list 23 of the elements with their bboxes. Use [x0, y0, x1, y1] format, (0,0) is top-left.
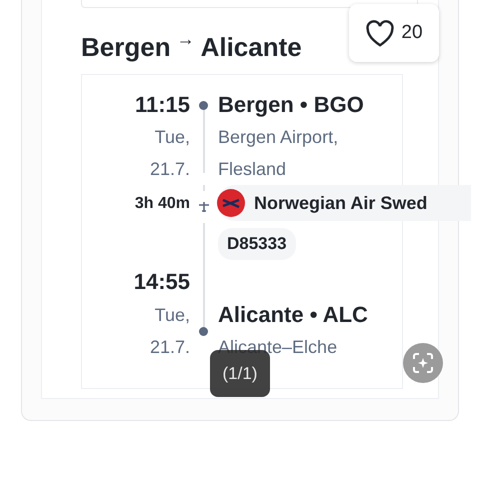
arrival-day: Tue, [154, 299, 190, 331]
flight-duration: 3h 40m [134, 194, 190, 214]
like-button[interactable]: 20 [349, 4, 439, 62]
airline-name: Norwegian Air Swed [254, 192, 428, 214]
departure-place: Bergen • BGO [218, 91, 365, 119]
departure-airport: Bergen Airport, [218, 126, 340, 149]
destination-city: Alicante [200, 32, 302, 63]
arrival-place: Alicante • ALC [218, 301, 369, 329]
airline-logo-icon [217, 189, 245, 217]
plane-icon [198, 201, 210, 213]
departure-date: 21.7. [150, 158, 190, 181]
route-arrow: → [176, 29, 195, 50]
arrival-dot [199, 327, 208, 336]
arrival-date: 21.7. [150, 336, 190, 359]
departure-dot [199, 101, 208, 110]
heart-icon [365, 20, 396, 46]
departure-airport: Flesland [218, 158, 288, 181]
departure-time: 11:15 [134, 91, 190, 119]
flight-number: D85333 [218, 228, 296, 260]
origin-city: Bergen [81, 32, 171, 63]
scan-icon [412, 352, 434, 374]
arrival-time: 14:55 [134, 268, 190, 296]
departure-day: Tue, [154, 121, 190, 153]
